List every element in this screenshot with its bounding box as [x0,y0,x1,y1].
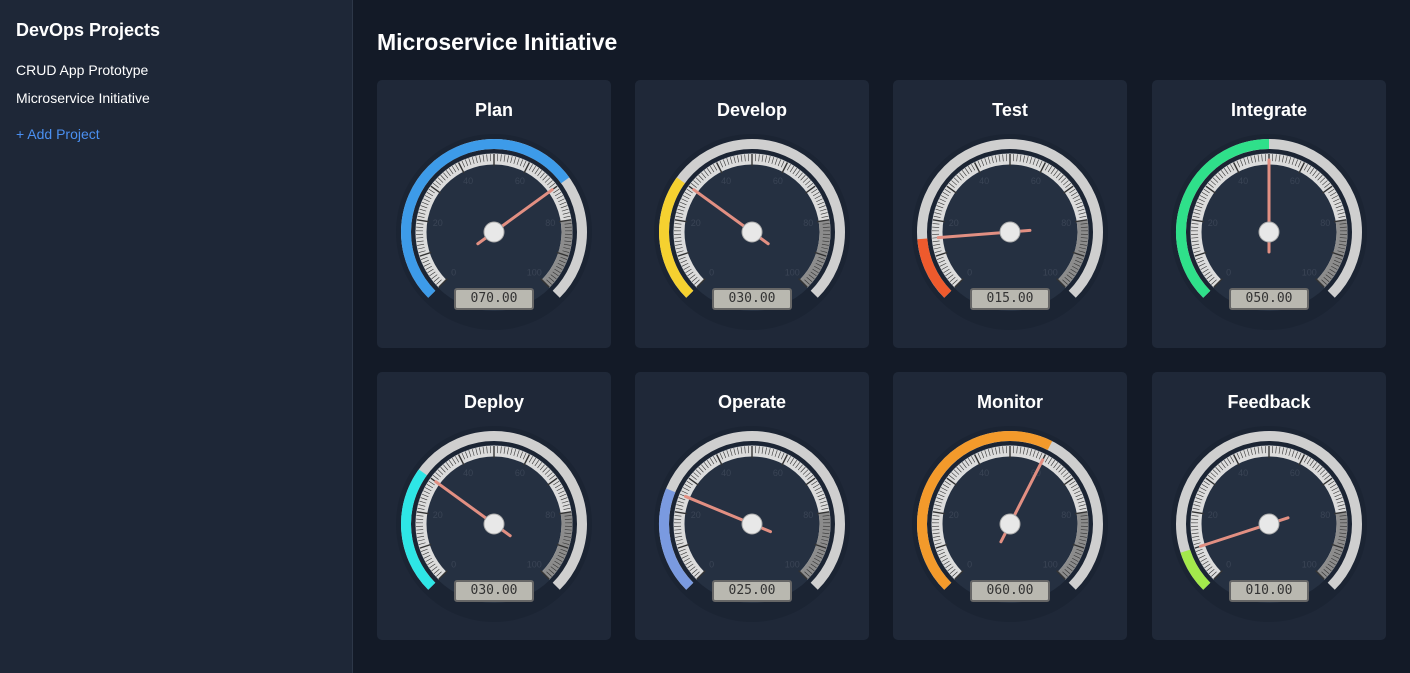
gauge-scale-label: 0 [709,559,714,569]
gauge-scale-label: 0 [1226,267,1231,277]
gauge-scale-label: 0 [967,267,972,277]
project-item-crud-app[interactable]: CRUD App Prototype [16,62,336,78]
gauge-scale-label: 60 [515,176,525,186]
gauge-scale-label: 40 [1238,176,1248,186]
gauge-scale-label: 60 [1290,176,1300,186]
gauge-scale-label: 20 [691,510,701,520]
gauge-scale-label: 80 [545,510,555,520]
gauge-scale-label: 20 [433,218,443,228]
gauge-scale-label: 60 [773,176,783,186]
gauge-hub [741,221,763,243]
gauge-card-deploy: Deploy 0 20 40 60 80 100 030.00 [377,372,611,640]
gauge-scale-label: 100 [527,267,542,277]
gauge-hub [999,513,1021,535]
gauge-card-operate: Operate 0 20 40 60 80 100 025.00 [635,372,869,640]
gauge-scale-label: 100 [1043,559,1058,569]
sidebar-title: DevOps Projects [16,20,161,40]
gauge-readout: 025.00 [712,580,792,602]
gauge-scale-label: 40 [721,468,731,478]
project-item-microservice[interactable]: Microservice Initiative [16,90,336,106]
gauge-hub [483,513,505,535]
gauge-hub [1258,513,1280,535]
gauge-title: Feedback [1227,392,1311,412]
gauge-scale-label: 100 [1302,267,1317,277]
gauge-scale-label: 40 [721,176,731,186]
gauge-scale-label: 100 [527,559,542,569]
gauge-scale-label: 40 [979,468,989,478]
gauge-title: Plan [474,100,513,120]
gauge-readout: 030.00 [712,288,792,310]
gauge-scale-label: 60 [1031,176,1041,186]
gauge-title: Integrate [1230,100,1308,120]
gauge-hub [483,221,505,243]
gauge-scale-label: 20 [1208,510,1218,520]
gauge-scale-label: 20 [1208,218,1218,228]
gauge-card-test: Test 0 20 40 60 80 100 015.00 [893,80,1127,348]
gauge-scale-label: 80 [1320,510,1330,520]
gauge-scale-label: 0 [451,559,456,569]
gauge-title: Test [992,100,1028,120]
gauge-scale-label: 0 [709,267,714,277]
gauge-scale-label: 80 [803,218,813,228]
gauge-scale-label: 80 [803,510,813,520]
gauge-scale-label: 20 [433,510,443,520]
gauge-scale-label: 40 [979,176,989,186]
gauge-scale-label: 80 [545,218,555,228]
gauge-card-monitor: Monitor 020406080100 060.00 [893,372,1127,640]
gauge-card-plan: Plan 0 20 40 60 80 100 070.00 [377,80,611,348]
gauge-card-integrate: Integrate 0 20 40 60 80 100 050.00 [1152,80,1386,348]
gauge-scale-label: 100 [1043,267,1058,277]
gauge-scale-label: 60 [773,468,783,478]
gauge-scale-label: 0 [1226,559,1231,569]
gauge-scale-label: 60 [515,468,525,478]
gauge-scale-label: 100 [785,559,800,569]
gauge-scale-label: 80 [1061,218,1071,228]
gauge-title: Develop [716,100,788,120]
gauge-scale-label: 100 [785,267,800,277]
gauge-scale-label: 0 [451,267,456,277]
gauge-scale-label: 20 [691,218,701,228]
gauge-readout: 015.00 [970,288,1050,310]
gauge-readout: 050.00 [1229,288,1309,310]
gauge-scale-label: 60 [1290,468,1300,478]
gauge-title: Operate [717,392,787,412]
gauge-title: Monitor [977,392,1043,412]
gauge-card-develop: Develop 0 20 40 60 80 100 030.00 [635,80,869,348]
main-content: Microservice Initiative Plan 0 20 40 60 80 10… [353,0,1410,673]
gauge-readout: 030.00 [454,580,534,602]
gauge-scale-label: 20 [949,510,959,520]
page-title: Microservice Initiative [377,29,618,55]
sidebar: DevOps Projects CRUD App Prototype Micro… [0,0,353,673]
gauge-scale-label: 80 [1061,510,1071,520]
gauge-hub [1258,221,1280,243]
gauge-scale-label: 40 [1238,468,1248,478]
gauge-scale-label: 80 [1320,218,1330,228]
gauge-readout: 060.00 [970,580,1050,602]
add-project-link[interactable]: + Add Project [16,126,336,142]
gauge-readout: 010.00 [1229,580,1309,602]
gauge-hub [999,221,1021,243]
gauge-hub [741,513,763,535]
gauge-scale-label: 40 [463,468,473,478]
gauge-scale-label: 0 [967,559,972,569]
gauge-scale-label: 100 [1302,559,1317,569]
gauge-scale-label: 40 [463,176,473,186]
gauge-scale-label: 20 [949,218,959,228]
gauge-title: Deploy [463,392,524,412]
gauge-readout: 070.00 [454,288,534,310]
gauge-card-feedback: Feedback 0 20 40 60 80 100 010.00 [1152,372,1386,640]
